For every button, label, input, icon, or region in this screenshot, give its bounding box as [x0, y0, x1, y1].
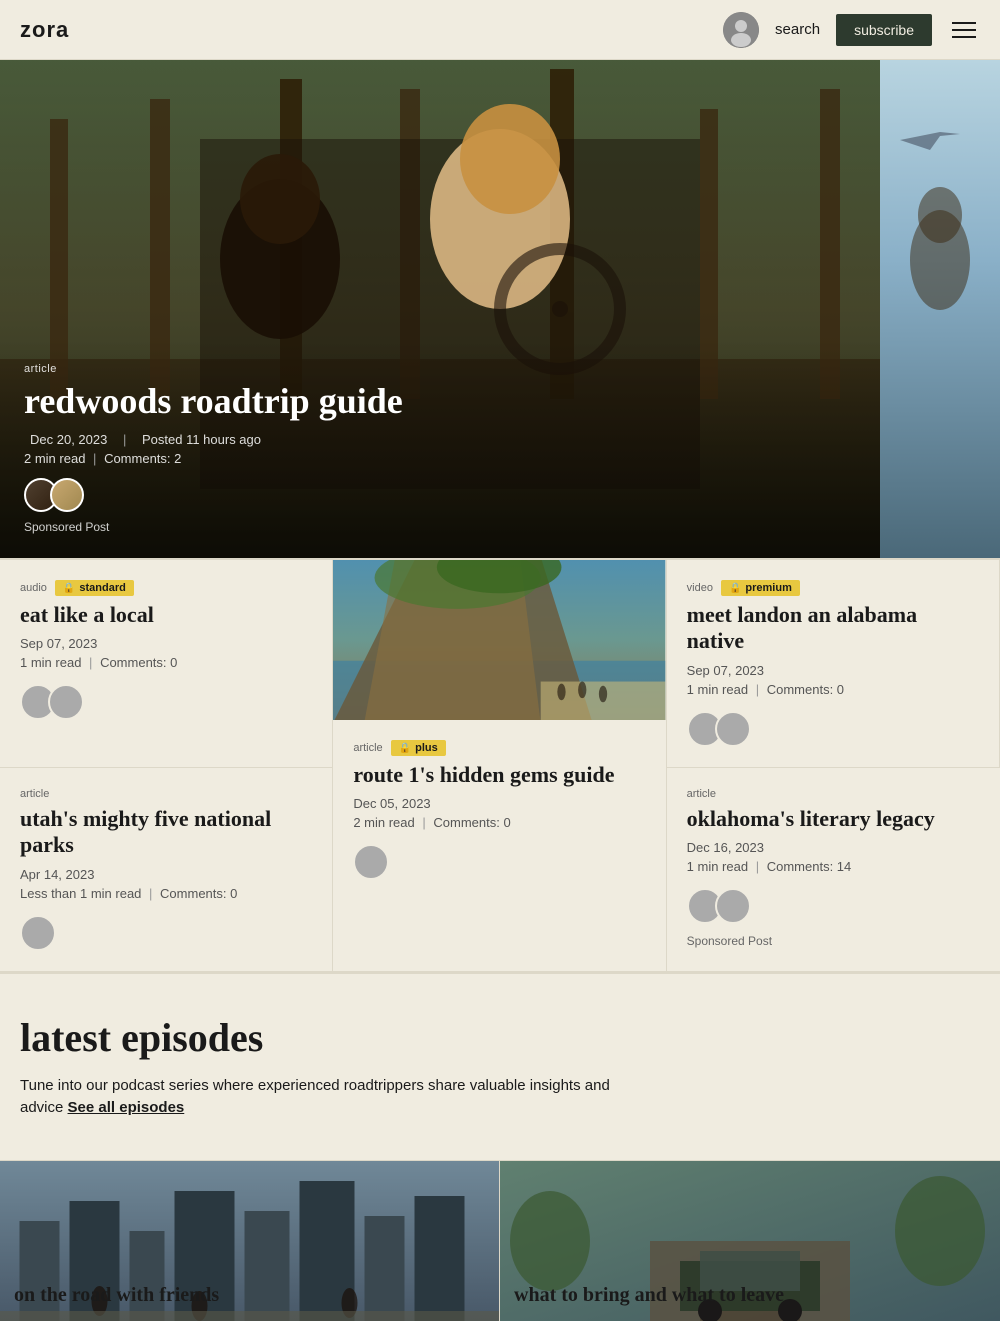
hero-avatars — [24, 478, 856, 512]
card-middle-content: article 🔒 plus route 1's hidden gems gui… — [333, 720, 665, 971]
card-avatars-1 — [20, 684, 312, 720]
card-label-4: article — [20, 788, 312, 800]
episodes-title: latest episodes — [20, 1014, 980, 1061]
hero-overlay: article redwoods roadtrip guide Dec 20, … — [0, 339, 880, 558]
episodes-description: Tune into our podcast series where exper… — [20, 1075, 620, 1120]
episode-card-1[interactable]: on the road with friends — [0, 1161, 500, 1321]
badge-standard-1: 🔒 standard — [55, 580, 134, 596]
hero-read: 2 min read | Comments: 2 — [24, 451, 856, 466]
hero-main-image[interactable]: article redwoods roadtrip guide Dec 20, … — [0, 60, 880, 558]
card-read-3: 1 min read | Comments: 0 — [687, 682, 979, 697]
card-read-2: 2 min read | Comments: 0 — [353, 815, 645, 830]
card-title-4: utah's mighty five national parks — [20, 806, 312, 859]
hero-title: redwoods roadtrip guide — [24, 381, 856, 422]
card-label-3: video 🔒 premium — [687, 580, 979, 596]
card-avatars-4 — [20, 915, 312, 951]
card-title-2: route 1's hidden gems guide — [353, 762, 645, 788]
card-type-1: audio — [20, 582, 47, 594]
card-landon[interactable]: video 🔒 premium meet landon an alabama n… — [667, 560, 1000, 768]
card-avatar-4a — [20, 915, 56, 951]
hero-comments: Comments: 2 — [104, 451, 181, 466]
card-route1[interactable]: article 🔒 plus route 1's hidden gems gui… — [333, 560, 666, 972]
card-label-2: article 🔒 plus — [353, 740, 645, 756]
hamburger-line-3 — [952, 36, 976, 38]
hamburger-line-2 — [952, 29, 976, 31]
card-avatar-2a — [353, 844, 389, 880]
card-sponsored-5: Sponsored Post — [687, 934, 980, 948]
hamburger-line-1 — [952, 22, 976, 24]
card-label-5: article — [687, 788, 980, 800]
hero-meta: Dec 20, 2023 | Posted 11 hours ago — [24, 432, 856, 447]
hero-sponsored: Sponsored Post — [24, 520, 856, 534]
card-date-5: Dec 16, 2023 — [687, 840, 980, 855]
card-avatars-3 — [687, 711, 979, 747]
ep-card-title-1: on the road with friends — [14, 1284, 219, 1307]
card-img-route1 — [333, 560, 665, 720]
card-title-1: eat like a local — [20, 602, 312, 628]
card-avatars-2 — [353, 844, 645, 880]
hero-read-time: 2 min read — [24, 451, 85, 466]
card-type-5: article — [687, 788, 716, 800]
card-title-5: oklahoma's literary legacy — [687, 806, 980, 832]
hero-date: Dec 20, 2023 — [30, 432, 107, 447]
card-avatar-3b — [715, 711, 751, 747]
card-date-2: Dec 05, 2023 — [353, 796, 645, 811]
card-label-1: audio 🔒 standard — [20, 580, 312, 596]
card-date-1: Sep 07, 2023 — [20, 636, 312, 651]
site-header: zora search subscribe — [0, 0, 1000, 60]
ep-card-title-2: what to bring and what to leave — [514, 1284, 784, 1307]
card-oklahoma[interactable]: article oklahoma's literary legacy Dec 1… — [667, 768, 1000, 972]
card-avatar-1b — [48, 684, 84, 720]
badge-plus-2: 🔒 plus — [391, 740, 446, 756]
subscribe-button[interactable]: subscribe — [836, 14, 932, 46]
card-date-3: Sep 07, 2023 — [687, 663, 979, 678]
menu-button[interactable] — [948, 18, 980, 42]
card-avatars-5 — [687, 888, 980, 924]
user-avatar[interactable] — [723, 12, 759, 48]
card-eat-local[interactable]: audio 🔒 standard eat like a local Sep 07… — [0, 560, 333, 768]
see-all-link[interactable]: See all episodes — [68, 1099, 185, 1116]
hero-article-label: article — [24, 363, 856, 375]
card-type-4: article — [20, 788, 49, 800]
card-read-4: Less than 1 min read | Comments: 0 — [20, 886, 312, 901]
lock-icon-2: 🔒 — [399, 743, 411, 754]
card-read-5: 1 min read | Comments: 14 — [687, 859, 980, 874]
hero-avatar-2 — [50, 478, 84, 512]
lock-icon-1: 🔒 — [63, 583, 75, 594]
card-type-2: article — [353, 742, 382, 754]
episode-card-2[interactable]: what to bring and what to leave — [500, 1161, 1000, 1321]
card-date-4: Apr 14, 2023 — [20, 867, 312, 882]
card-read-1: 1 min read | Comments: 0 — [20, 655, 312, 670]
card-avatar-5b — [715, 888, 751, 924]
hero-posted: Posted 11 hours ago — [142, 432, 261, 447]
hero-section: article redwoods roadtrip guide Dec 20, … — [0, 60, 1000, 560]
search-button[interactable]: search — [775, 21, 820, 38]
content-grid: audio 🔒 standard eat like a local Sep 07… — [0, 560, 1000, 974]
ep-card-content-2: what to bring and what to leave — [500, 1270, 798, 1321]
site-logo[interactable]: zora — [20, 17, 69, 43]
episodes-section: latest episodes Tune into our podcast se… — [0, 974, 1000, 1140]
card-title-3: meet landon an alabama native — [687, 602, 979, 655]
ep-card-content-1: on the road with friends — [0, 1270, 233, 1321]
episode-cards: on the road with friends — [0, 1160, 1000, 1321]
hero-side-image — [880, 60, 1000, 558]
header-actions: search subscribe — [723, 12, 980, 48]
card-type-3: video — [687, 582, 713, 594]
lock-icon-3: 🔒 — [729, 583, 741, 594]
card-utah[interactable]: article utah's mighty five national park… — [0, 768, 333, 972]
badge-premium-3: 🔒 premium — [721, 580, 800, 596]
